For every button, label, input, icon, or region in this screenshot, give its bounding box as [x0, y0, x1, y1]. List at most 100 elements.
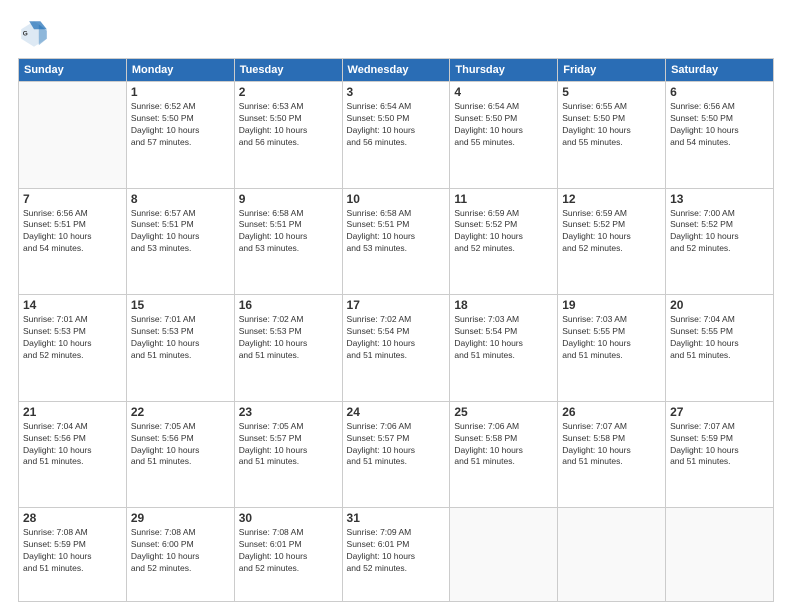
day-number: 17 — [347, 298, 446, 312]
col-header-monday: Monday — [126, 59, 234, 82]
day-info: Sunrise: 7:01 AMSunset: 5:53 PMDaylight:… — [131, 314, 230, 362]
day-number: 25 — [454, 405, 553, 419]
day-info: Sunrise: 6:56 AMSunset: 5:50 PMDaylight:… — [670, 101, 769, 149]
day-info: Sunrise: 6:53 AMSunset: 5:50 PMDaylight:… — [239, 101, 338, 149]
header-row: SundayMondayTuesdayWednesdayThursdayFrid… — [19, 59, 774, 82]
day-number: 20 — [670, 298, 769, 312]
day-number: 28 — [23, 511, 122, 525]
day-cell: 19 Sunrise: 7:03 AMSunset: 5:55 PMDayligh… — [558, 295, 666, 402]
day-cell: 17 Sunrise: 7:02 AMSunset: 5:54 PMDayligh… — [342, 295, 450, 402]
day-cell: 20 Sunrise: 7:04 AMSunset: 5:55 PMDayligh… — [666, 295, 774, 402]
day-cell — [558, 508, 666, 602]
day-cell: 4 Sunrise: 6:54 AMSunset: 5:50 PMDaylight… — [450, 82, 558, 189]
col-header-saturday: Saturday — [666, 59, 774, 82]
col-header-tuesday: Tuesday — [234, 59, 342, 82]
week-row-1: 1Sunrise: 6:52 AMSunset: 5:50 PMDaylight… — [19, 82, 774, 189]
col-header-thursday: Thursday — [450, 59, 558, 82]
week-row-5: 28 Sunrise: 7:08 AMSunset: 5:59 PMDayligh… — [19, 508, 774, 602]
day-number: 5 — [562, 85, 661, 99]
day-info: Sunrise: 7:02 AMSunset: 5:54 PMDaylight:… — [347, 314, 446, 362]
day-number: 1 — [131, 85, 230, 99]
day-cell: 9 Sunrise: 6:58 AMSunset: 5:51 PMDaylight… — [234, 188, 342, 295]
day-info: Sunrise: 7:03 AMSunset: 5:55 PMDaylight:… — [562, 314, 661, 362]
day-number: 18 — [454, 298, 553, 312]
day-cell — [19, 82, 127, 189]
day-cell — [450, 508, 558, 602]
day-info: Sunrise: 6:59 AMSunset: 5:52 PMDaylight:… — [562, 208, 661, 256]
day-info: Sunrise: 6:56 AMSunset: 5:51 PMDaylight:… — [23, 208, 122, 256]
day-cell: 31 Sunrise: 7:09 AMSunset: 6:01 PMDayligh… — [342, 508, 450, 602]
day-info: Sunrise: 7:02 AMSunset: 5:53 PMDaylight:… — [239, 314, 338, 362]
day-number: 16 — [239, 298, 338, 312]
svg-text:G: G — [23, 31, 28, 38]
week-row-2: 7 Sunrise: 6:56 AMSunset: 5:51 PMDaylight… — [19, 188, 774, 295]
day-info: Sunrise: 7:03 AMSunset: 5:54 PMDaylight:… — [454, 314, 553, 362]
day-info: Sunrise: 7:04 AMSunset: 5:56 PMDaylight:… — [23, 421, 122, 469]
day-info: Sunrise: 7:07 AMSunset: 5:58 PMDaylight:… — [562, 421, 661, 469]
day-number: 10 — [347, 192, 446, 206]
calendar-table: SundayMondayTuesdayWednesdayThursdayFrid… — [18, 58, 774, 602]
day-cell: 7 Sunrise: 6:56 AMSunset: 5:51 PMDaylight… — [19, 188, 127, 295]
day-info: Sunrise: 7:06 AMSunset: 5:57 PMDaylight:… — [347, 421, 446, 469]
day-cell: 14Sunrise: 7:01 AMSunset: 5:53 PMDayligh… — [19, 295, 127, 402]
day-number: 8 — [131, 192, 230, 206]
day-info: Sunrise: 7:05 AMSunset: 5:56 PMDaylight:… — [131, 421, 230, 469]
day-number: 7 — [23, 192, 122, 206]
day-info: Sunrise: 6:54 AMSunset: 5:50 PMDaylight:… — [454, 101, 553, 149]
col-header-sunday: Sunday — [19, 59, 127, 82]
day-number: 29 — [131, 511, 230, 525]
day-info: Sunrise: 7:05 AMSunset: 5:57 PMDaylight:… — [239, 421, 338, 469]
day-number: 22 — [131, 405, 230, 419]
day-info: Sunrise: 7:09 AMSunset: 6:01 PMDaylight:… — [347, 527, 446, 575]
day-cell: 29 Sunrise: 7:08 AMSunset: 6:00 PMDayligh… — [126, 508, 234, 602]
day-info: Sunrise: 6:54 AMSunset: 5:50 PMDaylight:… — [347, 101, 446, 149]
day-number: 4 — [454, 85, 553, 99]
day-info: Sunrise: 7:08 AMSunset: 6:00 PMDaylight:… — [131, 527, 230, 575]
day-info: Sunrise: 7:04 AMSunset: 5:55 PMDaylight:… — [670, 314, 769, 362]
day-info: Sunrise: 7:00 AMSunset: 5:52 PMDaylight:… — [670, 208, 769, 256]
day-info: Sunrise: 7:06 AMSunset: 5:58 PMDaylight:… — [454, 421, 553, 469]
day-number: 3 — [347, 85, 446, 99]
day-cell: 13 Sunrise: 7:00 AMSunset: 5:52 PMDayligh… — [666, 188, 774, 295]
page: G SundayMondayTuesdayWednesdayThursdayFr… — [0, 0, 792, 612]
day-cell: 2 Sunrise: 6:53 AMSunset: 5:50 PMDaylight… — [234, 82, 342, 189]
day-number: 9 — [239, 192, 338, 206]
day-cell: 16 Sunrise: 7:02 AMSunset: 5:53 PMDayligh… — [234, 295, 342, 402]
col-header-wednesday: Wednesday — [342, 59, 450, 82]
day-info: Sunrise: 6:58 AMSunset: 5:51 PMDaylight:… — [239, 208, 338, 256]
day-cell: 18 Sunrise: 7:03 AMSunset: 5:54 PMDayligh… — [450, 295, 558, 402]
logo: G — [18, 18, 54, 50]
day-cell — [666, 508, 774, 602]
day-cell: 27Sunrise: 7:07 AMSunset: 5:59 PMDayligh… — [666, 401, 774, 508]
day-number: 24 — [347, 405, 446, 419]
logo-icon: G — [18, 18, 50, 50]
week-row-3: 14Sunrise: 7:01 AMSunset: 5:53 PMDayligh… — [19, 295, 774, 402]
day-info: Sunrise: 7:01 AMSunset: 5:53 PMDaylight:… — [23, 314, 122, 362]
day-info: Sunrise: 6:55 AMSunset: 5:50 PMDaylight:… — [562, 101, 661, 149]
day-number: 13 — [670, 192, 769, 206]
day-number: 23 — [239, 405, 338, 419]
day-cell: 22 Sunrise: 7:05 AMSunset: 5:56 PMDayligh… — [126, 401, 234, 508]
day-number: 6 — [670, 85, 769, 99]
day-number: 2 — [239, 85, 338, 99]
day-info: Sunrise: 6:58 AMSunset: 5:51 PMDaylight:… — [347, 208, 446, 256]
day-cell: 28 Sunrise: 7:08 AMSunset: 5:59 PMDayligh… — [19, 508, 127, 602]
day-info: Sunrise: 7:08 AMSunset: 5:59 PMDaylight:… — [23, 527, 122, 575]
day-number: 30 — [239, 511, 338, 525]
day-cell: 12Sunrise: 6:59 AMSunset: 5:52 PMDayligh… — [558, 188, 666, 295]
day-cell: 11 Sunrise: 6:59 AMSunset: 5:52 PMDayligh… — [450, 188, 558, 295]
day-info: Sunrise: 6:59 AMSunset: 5:52 PMDaylight:… — [454, 208, 553, 256]
day-number: 31 — [347, 511, 446, 525]
week-row-4: 21 Sunrise: 7:04 AMSunset: 5:56 PMDayligh… — [19, 401, 774, 508]
day-cell: 10 Sunrise: 6:58 AMSunset: 5:51 PMDayligh… — [342, 188, 450, 295]
day-cell: 6 Sunrise: 6:56 AMSunset: 5:50 PMDaylight… — [666, 82, 774, 189]
day-number: 19 — [562, 298, 661, 312]
header: G — [18, 18, 774, 50]
day-number: 11 — [454, 192, 553, 206]
day-info: Sunrise: 7:07 AMSunset: 5:59 PMDaylight:… — [670, 421, 769, 469]
day-info: Sunrise: 7:08 AMSunset: 6:01 PMDaylight:… — [239, 527, 338, 575]
day-cell: 26Sunrise: 7:07 AMSunset: 5:58 PMDayligh… — [558, 401, 666, 508]
day-number: 21 — [23, 405, 122, 419]
day-cell: 24 Sunrise: 7:06 AMSunset: 5:57 PMDayligh… — [342, 401, 450, 508]
day-cell: 25 Sunrise: 7:06 AMSunset: 5:58 PMDayligh… — [450, 401, 558, 508]
